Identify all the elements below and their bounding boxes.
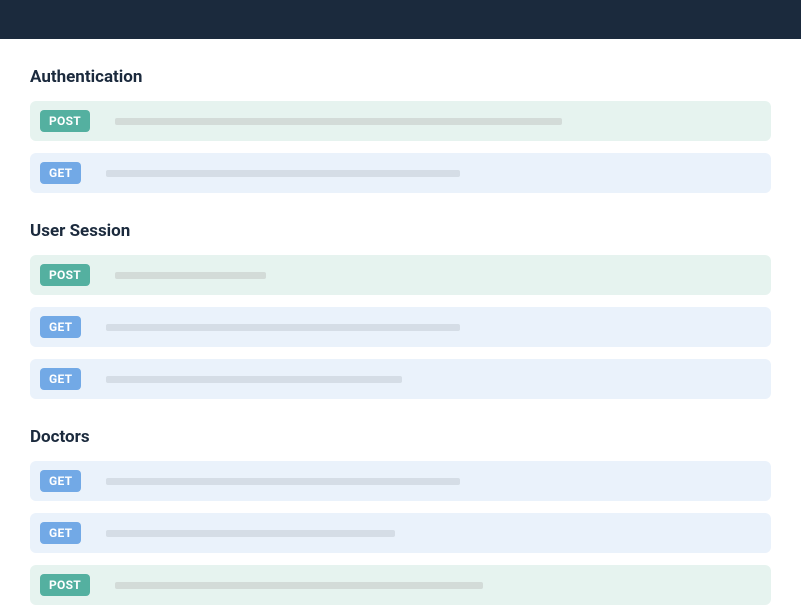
- section-title: User Session: [30, 221, 771, 241]
- method-badge: POST: [40, 264, 90, 286]
- method-badge: GET: [40, 368, 81, 390]
- endpoint-row[interactable]: GET: [30, 153, 771, 193]
- endpoint-path-placeholder: [106, 478, 459, 485]
- method-badge: GET: [40, 522, 81, 544]
- section-title: Doctors: [30, 427, 771, 447]
- endpoint-path-placeholder: [115, 582, 483, 589]
- api-section: Doctors GET GET POST: [30, 427, 771, 605]
- api-sections: Authentication POST GET User Session POS…: [0, 67, 801, 605]
- endpoint-path-placeholder: [115, 272, 266, 279]
- api-section: Authentication POST GET: [30, 67, 771, 193]
- method-badge: GET: [40, 470, 81, 492]
- endpoint-row[interactable]: POST: [30, 255, 771, 295]
- endpoint-path-placeholder: [115, 118, 562, 125]
- header-bar: [0, 0, 801, 39]
- endpoint-row[interactable]: GET: [30, 461, 771, 501]
- endpoint-row[interactable]: POST: [30, 101, 771, 141]
- method-badge: GET: [40, 162, 81, 184]
- method-badge: POST: [40, 110, 90, 132]
- endpoint-row[interactable]: GET: [30, 359, 771, 399]
- endpoint-path-placeholder: [106, 530, 394, 537]
- endpoint-path-placeholder: [106, 376, 402, 383]
- method-badge: POST: [40, 574, 90, 596]
- endpoint-path-placeholder: [106, 170, 459, 177]
- endpoint-path-placeholder: [106, 324, 459, 331]
- endpoint-row[interactable]: POST: [30, 565, 771, 605]
- endpoint-row[interactable]: GET: [30, 513, 771, 553]
- endpoint-row[interactable]: GET: [30, 307, 771, 347]
- method-badge: GET: [40, 316, 81, 338]
- section-title: Authentication: [30, 67, 771, 87]
- api-section: User Session POST GET GET: [30, 221, 771, 399]
